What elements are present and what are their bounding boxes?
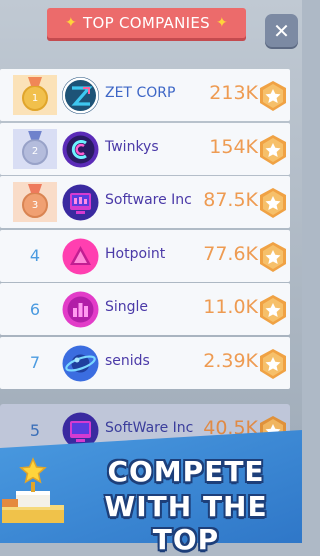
- close-button[interactable]: ✕: [265, 14, 298, 47]
- star-icon: ✦: [65, 15, 78, 31]
- rank-number: 5: [29, 420, 41, 440]
- company-value: 11.0K: [203, 296, 258, 318]
- leaderboard-row[interactable]: 6 Single 11.0K: [0, 283, 290, 335]
- silver-medal-icon: 2: [22, 138, 48, 165]
- bronze-medal-icon: 3: [22, 192, 48, 218]
- company-value: 77.6K: [203, 242, 258, 265]
- rank-cell: 7: [13, 343, 57, 383]
- badge-star-icon: [260, 241, 286, 272]
- leaderboard-row[interactable]: 1 ZET CORP 213K: [0, 69, 290, 121]
- gold-medal-icon: 1: [22, 85, 48, 111]
- company-name: ZET CORP: [105, 85, 176, 101]
- leaderboard-list: 1 ZET CORP 213K 2 Twinkys 154K 3 Softwar…: [0, 69, 290, 390]
- leaderboard-row[interactable]: 4 Hotpoint 77.6K: [0, 229, 290, 282]
- company-name: Hotpoint: [105, 245, 166, 262]
- senids-logo: [62, 345, 99, 382]
- company-value: 87.5K: [203, 189, 258, 211]
- page-title: TOP COMPANIES: [83, 14, 210, 32]
- leaderboard-row[interactable]: 2 Twinkys 154K: [0, 122, 290, 175]
- company-value: 213K: [209, 82, 258, 104]
- badge-star-icon: [260, 295, 286, 325]
- star-icon: ✦: [215, 15, 228, 31]
- hotpoint-logo: [62, 238, 99, 275]
- rank-number: 3: [31, 199, 39, 211]
- twinkys-logo: [62, 131, 99, 168]
- badge-star-icon: [260, 134, 286, 165]
- title-ribbon: ✦ TOP COMPANIES ✦: [47, 8, 246, 38]
- rank-number: 2: [31, 146, 39, 157]
- badge-star-icon: [260, 188, 286, 218]
- close-icon: ✕: [273, 18, 290, 43]
- company-name: SoftWare Inc: [105, 420, 194, 436]
- zet-corp-logo: [62, 77, 99, 114]
- software-inc-logo: [62, 184, 99, 221]
- rank-number: 6: [29, 299, 41, 319]
- badge-star-icon: [260, 348, 286, 379]
- rank-cell: 3: [13, 182, 57, 222]
- leaderboard-row[interactable]: 3 Software Inc 87.5K: [0, 176, 290, 228]
- promo-headline-line2: WITH THE TOP: [104, 490, 268, 556]
- company-value: 2.39K: [203, 349, 258, 372]
- rank-number: 4: [29, 246, 41, 265]
- promo-headline-line1: COMPETE: [107, 455, 265, 488]
- podium-trophy-icon: [2, 457, 64, 523]
- rank-number: 1: [31, 92, 39, 104]
- rank-cell: 6: [13, 289, 57, 329]
- rank-number: 7: [29, 353, 41, 372]
- rank-cell: 4: [13, 236, 57, 276]
- badge-star-icon: [260, 81, 286, 111]
- company-name: Twinkys: [105, 138, 159, 155]
- rank-cell: 1: [13, 75, 57, 115]
- company-name: Single: [105, 299, 149, 315]
- company-name: Software Inc: [105, 192, 192, 208]
- leaderboard-row[interactable]: 7 senids 2.39K: [0, 336, 290, 389]
- company-value: 154K: [209, 135, 258, 158]
- company-name: senids: [105, 352, 150, 369]
- rank-cell: 5: [13, 410, 57, 450]
- single-logo: [62, 291, 99, 328]
- rank-cell: 2: [13, 128, 57, 169]
